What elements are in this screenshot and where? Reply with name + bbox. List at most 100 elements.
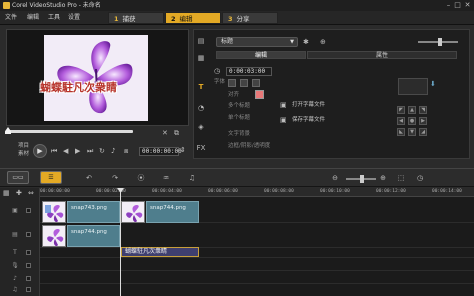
record-icon[interactable]: ⦿ — [136, 172, 146, 185]
fx-icon[interactable]: FX — [195, 143, 207, 153]
text-color-swatch[interactable] — [255, 90, 264, 99]
graphic-icon[interactable]: ◔ — [195, 103, 207, 113]
title-icon[interactable]: T — [195, 82, 207, 92]
music-track — [40, 272, 474, 284]
title-track-toggle[interactable] — [26, 250, 31, 255]
music-track-2-toggle[interactable] — [26, 287, 31, 292]
enlarge-icon[interactable]: ⧉ — [174, 129, 179, 138]
save-subtitle-button[interactable]: 保存字幕文件 — [292, 117, 325, 124]
zoom-out-icon[interactable]: ⊖ — [330, 172, 340, 185]
open-subtitle-button[interactable]: 打开字幕文件 — [292, 102, 325, 109]
minimize-icon[interactable]: – — [444, 1, 453, 10]
video-clip[interactable]: snap744.png — [146, 201, 199, 223]
app-logo-icon — [3, 2, 10, 9]
timeline-zoom-knob[interactable] — [360, 175, 364, 183]
step-capture[interactable]: 1 捕获 — [108, 12, 164, 24]
split-icon[interactable]: ⧈ — [124, 147, 128, 156]
overlay-title-text[interactable]: 蝴蝶駐凡次衆睛 — [40, 79, 117, 95]
font-dropdown[interactable] — [398, 78, 428, 95]
duration-field[interactable]: 0:00:03:00 — [226, 67, 272, 76]
play-button[interactable]: ▶ — [33, 144, 47, 158]
voice-track-toggle[interactable] — [26, 263, 31, 268]
clip-thumbnail[interactable] — [42, 225, 66, 247]
auto-music-icon[interactable]: ♫ — [186, 172, 198, 185]
menu-settings[interactable]: 设置 — [68, 13, 80, 23]
underline-icon[interactable] — [252, 79, 260, 87]
single-title-radio[interactable]: 单个标题 — [228, 115, 250, 122]
bold-icon[interactable] — [228, 79, 236, 87]
butterfly-image — [57, 41, 133, 114]
music-track-toggle[interactable] — [26, 276, 31, 281]
transition-icon[interactable]: ▦ — [195, 53, 207, 63]
storyboard-view-button[interactable]: ▭▭ — [7, 171, 29, 184]
clip-thumbnail[interactable] — [121, 201, 145, 223]
step-share[interactable]: 3 分享 — [222, 12, 278, 24]
step-edit[interactable]: 2 编辑 — [165, 12, 221, 24]
align-bottom-left-icon[interactable]: ◣ — [397, 128, 405, 136]
menu-file[interactable]: 文件 — [5, 13, 17, 23]
voice-track — [40, 259, 474, 271]
playhead[interactable] — [120, 188, 121, 296]
options-toggle-icon[interactable]: ⊕ — [320, 38, 326, 47]
next-frame-icon[interactable]: ▶ — [75, 147, 80, 156]
tab-attribute[interactable]: 属性 — [307, 51, 457, 59]
align-left-icon[interactable]: ◀ — [397, 117, 405, 125]
butterfly-thumb — [126, 205, 143, 222]
align-top-left-icon[interactable]: ◤ — [397, 106, 405, 114]
align-top-right-icon[interactable]: ◥ — [419, 106, 427, 114]
align-right-icon[interactable]: ▶ — [419, 117, 427, 125]
maximize-icon[interactable]: □ — [453, 1, 462, 10]
step-number: 3 — [228, 15, 233, 23]
filter-icon[interactable]: ◈ — [195, 122, 207, 132]
align-bottom-icon[interactable]: ▼ — [408, 128, 416, 136]
undo-icon[interactable]: ↶ — [84, 172, 94, 185]
trim-close-icon[interactable]: ✕ — [162, 129, 168, 138]
zoom-in-icon[interactable]: ⊕ — [378, 172, 388, 185]
mode-clip-label[interactable]: 素材 — [18, 151, 29, 158]
expand-icon[interactable]: ⬇ — [430, 80, 436, 89]
volume-icon[interactable]: ♪ — [111, 147, 115, 156]
add-to-favorites-icon[interactable]: ✱ — [303, 38, 309, 47]
scrubber-handle[interactable] — [5, 127, 11, 134]
clip-thumbnail[interactable] — [42, 201, 66, 223]
audio-mixer-icon[interactable]: ♒ — [160, 172, 172, 185]
overlay-clip[interactable]: snap744.png — [67, 225, 120, 247]
timeline-ruler[interactable]: 00:00:00:00 00:00:02:00 00:00:04:00 00:0… — [40, 188, 474, 197]
home-icon[interactable]: ⏮ — [51, 147, 57, 156]
project-duration-icon[interactable]: ◷ — [415, 172, 425, 185]
title-clip[interactable]: 蝴蝶駐凡次衆睛 — [121, 247, 199, 257]
align-top-icon[interactable]: ▲ — [408, 106, 416, 114]
step-label: 分享 — [236, 15, 250, 23]
multi-title-radio[interactable]: 多个标题 — [228, 103, 250, 110]
redo-icon[interactable]: ↷ — [110, 172, 120, 185]
previous-frame-icon[interactable]: ◀ — [63, 147, 68, 156]
timeline-view-button[interactable]: ☰ — [40, 171, 62, 184]
video-track-toggle[interactable] — [26, 208, 31, 213]
end-icon[interactable]: ⏭ — [87, 147, 93, 156]
video-clip[interactable]: snap743.png — [67, 201, 120, 223]
fit-project-icon[interactable]: ⬚ — [396, 172, 406, 185]
menu-tools[interactable]: 工具 — [48, 13, 60, 23]
timecode-display[interactable]: 00:00:00:00 — [139, 147, 182, 156]
ripple-edit-icon[interactable]: ⇔ — [28, 189, 34, 198]
preview-scrubber[interactable] — [6, 130, 133, 133]
repeat-icon[interactable]: ↻ — [99, 147, 105, 156]
overlay-track-toggle[interactable] — [26, 232, 31, 237]
text-background-checkbox[interactable]: 文字背景 — [228, 131, 250, 138]
thumbnail-size-knob[interactable] — [438, 38, 442, 46]
mode-project-label[interactable]: 项目 — [18, 143, 29, 150]
timecode-spinner-icon[interactable]: ⇕ — [180, 146, 186, 155]
close-icon[interactable]: ✕ — [463, 1, 472, 10]
align-bottom-right-icon[interactable]: ◢ — [419, 128, 427, 136]
chapter-icon[interactable]: ✚ — [16, 189, 22, 198]
border-shadow-label[interactable]: 边框/阴影/透明度 — [228, 143, 270, 150]
menu-edit[interactable]: 编辑 — [27, 13, 39, 23]
track-manager-icon[interactable]: ▦ — [3, 189, 10, 198]
save-subtitle-icon[interactable]: ▣ — [280, 116, 287, 125]
open-subtitle-icon[interactable]: ▣ — [280, 101, 287, 110]
align-center-icon[interactable]: ● — [408, 117, 416, 125]
media-icon[interactable]: ▤ — [195, 36, 207, 46]
tab-edit[interactable]: 编辑 — [216, 51, 306, 59]
italic-icon[interactable] — [240, 79, 248, 87]
library-dropdown[interactable]: 标题 ▼ — [216, 37, 298, 47]
